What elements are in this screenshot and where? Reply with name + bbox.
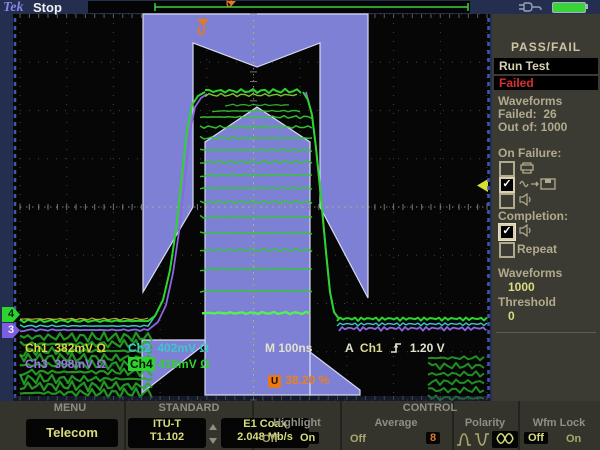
out-of-count: Out of: 1000: [498, 120, 567, 134]
on-failure-label: On Failure:: [498, 146, 561, 160]
wfm-lock-on-option[interactable]: On: [566, 433, 581, 445]
highlight-on-option[interactable]: On: [296, 432, 319, 444]
record-trigger-marker[interactable]: U: [226, 0, 233, 9]
completion-speaker-icon: [519, 224, 534, 237]
highlight-off-option[interactable]: Off: [262, 433, 278, 445]
menu-title: PASS/FAIL: [492, 40, 600, 54]
battery-nub-icon: [585, 4, 588, 9]
onfail-print-checkbox[interactable]: [499, 161, 515, 177]
beep-speaker-icon: [519, 193, 534, 206]
polarity-both-icon[interactable]: [492, 431, 518, 448]
trigger-position-readout: U38.20 %: [268, 373, 329, 388]
trigger-position-icon: U: [268, 375, 281, 388]
waveforms-word: Waveforms: [498, 94, 562, 108]
repeat-checkbox[interactable]: [499, 242, 515, 258]
polarity-label: Polarity: [452, 417, 518, 430]
updown-arrows-icon: [207, 423, 219, 445]
waveforms-setting-label: Waveforms: [498, 266, 562, 280]
ch4-selected-badge: Ch4: [128, 357, 155, 371]
ch2-readout: Ch2 402mV Ω: [128, 341, 209, 355]
trigger-readout: A Ch1 1.20 V: [345, 341, 445, 355]
completion-label: Completion:: [498, 209, 568, 223]
oscilloscope-screen: { "status_bar": { "brand": "Tek", "acq_s…: [0, 0, 600, 450]
completion-beep-checkbox[interactable]: ✓: [499, 224, 515, 240]
ch4-readout: Ch4 418mV Ω: [128, 357, 210, 371]
average-label: Average: [344, 417, 448, 430]
ch3-readout: Ch3 398mV Ω: [25, 357, 106, 371]
timebase-readout: M 100ns: [265, 341, 312, 355]
section-divider: [340, 401, 342, 450]
menu-section-header: MENU: [20, 402, 120, 415]
test-status: Failed: [499, 76, 534, 90]
rising-edge-icon: [389, 341, 403, 354]
telecom-button[interactable]: Telecom: [26, 419, 118, 447]
pass-fail-menu: PASS/FAIL Run Test Failed Waveforms Fail…: [492, 14, 600, 401]
failed-count: Failed: 26: [498, 107, 557, 121]
standard-section-header: STANDARD: [126, 402, 252, 415]
repeat-label[interactable]: Repeat: [517, 242, 557, 256]
wfm-lock-label: Wfm Lock: [520, 417, 598, 430]
waveforms-setting-value[interactable]: 1000: [508, 280, 535, 294]
polarity-positive-icon[interactable]: [456, 432, 472, 447]
standard-type-button[interactable]: ITU-TT1.102: [128, 418, 206, 448]
battery-icon: [552, 2, 586, 13]
bottom-menu-bar: MENU STANDARD CONTROL Telecom ITU-TT1.10…: [0, 401, 600, 450]
polarity-negative-icon[interactable]: [474, 432, 490, 447]
onfail-save-checkbox[interactable]: ✓: [499, 177, 515, 193]
wfm-lock-off-option[interactable]: Off: [524, 432, 548, 444]
threshold-value[interactable]: 0: [508, 309, 515, 323]
control-section-header: CONTROL: [380, 402, 480, 415]
average-off-option[interactable]: Off: [350, 433, 366, 445]
acquisition-status: Stop: [33, 0, 62, 15]
tek-logo: Tek: [3, 0, 23, 16]
highlight-label: Highlight: [256, 417, 338, 430]
save-waveform-icon: [519, 178, 563, 190]
average-count-option[interactable]: 8: [426, 432, 440, 444]
run-test-item[interactable]: Run Test: [499, 59, 549, 73]
ac-plug-icon: [516, 1, 546, 13]
menu-divider: [496, 332, 596, 333]
ch1-readout: Ch1 382mV Ω: [25, 341, 106, 355]
printer-icon: [519, 162, 535, 174]
onfail-beep-checkbox[interactable]: [499, 193, 515, 209]
display-trigger-marker[interactable]: U: [197, 24, 206, 38]
threshold-label: Threshold: [498, 295, 556, 309]
